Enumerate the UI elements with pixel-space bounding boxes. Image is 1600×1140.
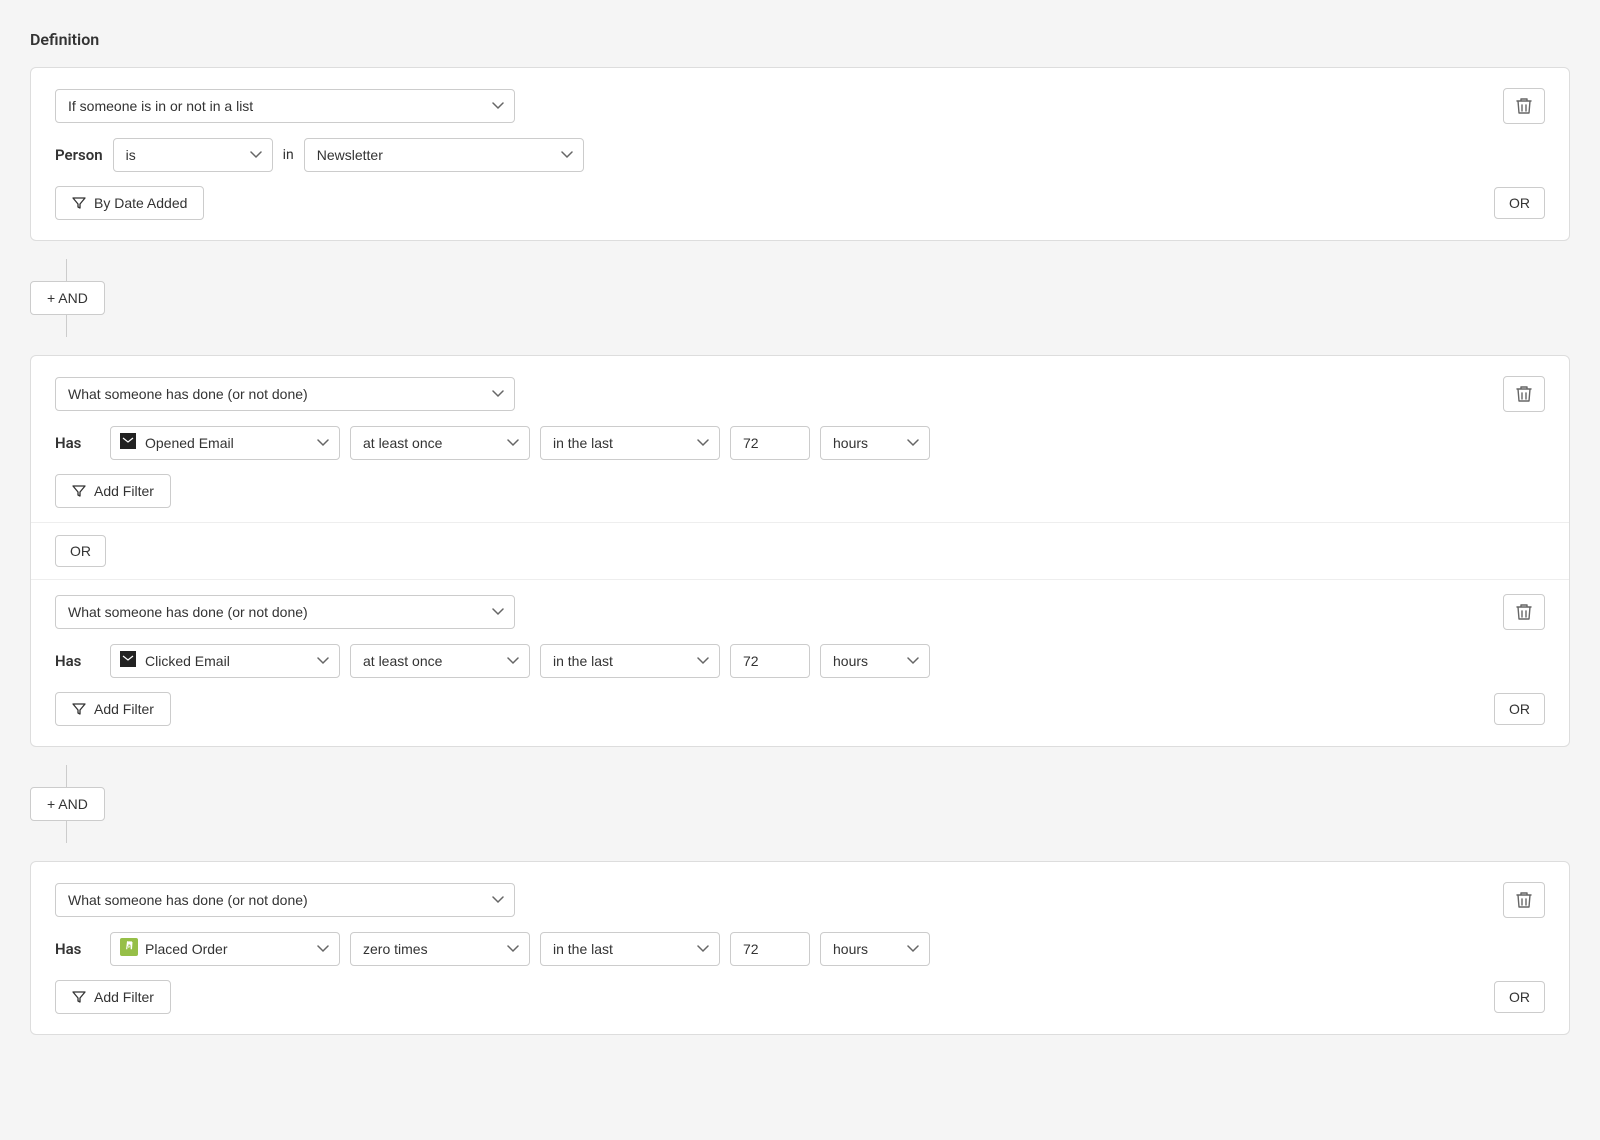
and-button-2[interactable]: + AND: [30, 787, 105, 821]
block4-action-wrapper: Placed Order: [110, 932, 340, 966]
block2-has-label: Has: [55, 434, 100, 452]
block3-footer: Add Filter OR: [55, 692, 1545, 726]
block3-has-row: Has Clicked Email at least once in the l…: [55, 644, 1545, 678]
condition-block-1: If someone is in or not in a list Person…: [30, 67, 1570, 241]
block4-footer: Add Filter OR: [55, 980, 1545, 1014]
and-button-1[interactable]: + AND: [30, 281, 105, 315]
and-line-1b: [66, 315, 67, 337]
block1-is-select[interactable]: is: [113, 138, 273, 172]
page-title: Definition: [30, 30, 1570, 49]
trash-icon: [1516, 97, 1532, 115]
block4-time-range-select[interactable]: in the last: [540, 932, 720, 966]
and-connector-1: + AND: [30, 259, 1570, 337]
block2-number-input[interactable]: [730, 426, 810, 460]
block3-delete-button[interactable]: [1503, 594, 1545, 630]
block4-number-input[interactable]: [730, 932, 810, 966]
block1-footer: By Date Added OR: [55, 186, 1545, 220]
or-button-mid[interactable]: OR: [55, 535, 106, 567]
block2-action-select[interactable]: Opened Email: [110, 426, 340, 460]
block2-header: What someone has done (or not done): [55, 376, 1545, 412]
block3-time-range-select[interactable]: in the last: [540, 644, 720, 678]
condition-block-23: What someone has done (or not done) Has …: [30, 355, 1570, 747]
block1-person-label: Person: [55, 146, 103, 164]
block2-time-range-select[interactable]: in the last: [540, 426, 720, 460]
sub-block-3: What someone has done (or not done) Has …: [55, 594, 1545, 726]
block2-frequency-select[interactable]: at least once: [350, 426, 530, 460]
block4-has-label: Has: [55, 940, 100, 958]
block1-in-label: in: [283, 147, 294, 163]
block1-delete-button[interactable]: [1503, 88, 1545, 124]
block3-filter-button[interactable]: Add Filter: [55, 692, 171, 726]
block3-action-wrapper: Clicked Email: [110, 644, 340, 678]
block4-main-select[interactable]: What someone has done (or not done): [55, 883, 515, 917]
block4-or-button[interactable]: OR: [1494, 981, 1545, 1013]
block1-person-row: Person is in Newsletter: [55, 138, 1545, 172]
and-line-2b: [66, 821, 67, 843]
block2-has-row: Has Opened Email at least once in the la…: [55, 426, 1545, 460]
block4-header: What someone has done (or not done): [55, 882, 1545, 918]
block4-main-select-wrapper: What someone has done (or not done): [55, 883, 515, 917]
block2-units-select[interactable]: hours: [820, 426, 930, 460]
condition-block-4: What someone has done (or not done) Has …: [30, 861, 1570, 1035]
trash-icon-3: [1516, 603, 1532, 621]
trash-icon-2: [1516, 385, 1532, 403]
block1-main-select[interactable]: If someone is in or not in a list: [55, 89, 515, 123]
filter-icon-4: [72, 990, 86, 1004]
block2-filter-button[interactable]: Add Filter: [55, 474, 171, 508]
block1-or-button[interactable]: OR: [1494, 187, 1545, 219]
block4-filter-button[interactable]: Add Filter: [55, 980, 171, 1014]
block1-main-select-wrapper: If someone is in or not in a list: [55, 89, 515, 123]
block2-delete-button[interactable]: [1503, 376, 1545, 412]
block4-units-select[interactable]: hours: [820, 932, 930, 966]
block3-units-select[interactable]: hours: [820, 644, 930, 678]
block2-filter-row: Add Filter: [55, 474, 1545, 508]
block3-frequency-select[interactable]: at least once: [350, 644, 530, 678]
sub-block-2: What someone has done (or not done) Has …: [55, 376, 1545, 508]
block3-header: What someone has done (or not done): [55, 594, 1545, 630]
and-line-2: [66, 765, 67, 787]
filter-icon-2: [72, 484, 86, 498]
block3-or-button[interactable]: OR: [1494, 693, 1545, 725]
block2-main-select[interactable]: What someone has done (or not done): [55, 377, 515, 411]
block3-main-select-wrapper: What someone has done (or not done): [55, 595, 515, 629]
and-line-1: [66, 259, 67, 281]
block1-header: If someone is in or not in a list: [55, 88, 1545, 124]
trash-icon-4: [1516, 891, 1532, 909]
block4-delete-button[interactable]: [1503, 882, 1545, 918]
filter-icon-3: [72, 702, 86, 716]
filter-icon: [72, 196, 86, 210]
and-connector-2: + AND: [30, 765, 1570, 843]
block1-list-select[interactable]: Newsletter: [304, 138, 584, 172]
block3-number-input[interactable]: [730, 644, 810, 678]
block1-filter-button[interactable]: By Date Added: [55, 186, 204, 220]
block3-action-select[interactable]: Clicked Email: [110, 644, 340, 678]
or-connector-1: OR: [31, 522, 1569, 580]
block4-action-select[interactable]: Placed Order: [110, 932, 340, 966]
block2-main-select-wrapper: What someone has done (or not done): [55, 377, 515, 411]
block3-main-select[interactable]: What someone has done (or not done): [55, 595, 515, 629]
block4-frequency-select[interactable]: zero times: [350, 932, 530, 966]
block3-has-label: Has: [55, 652, 100, 670]
block2-action-wrapper: Opened Email: [110, 426, 340, 460]
block4-has-row: Has Placed Order zero times in the last …: [55, 932, 1545, 966]
